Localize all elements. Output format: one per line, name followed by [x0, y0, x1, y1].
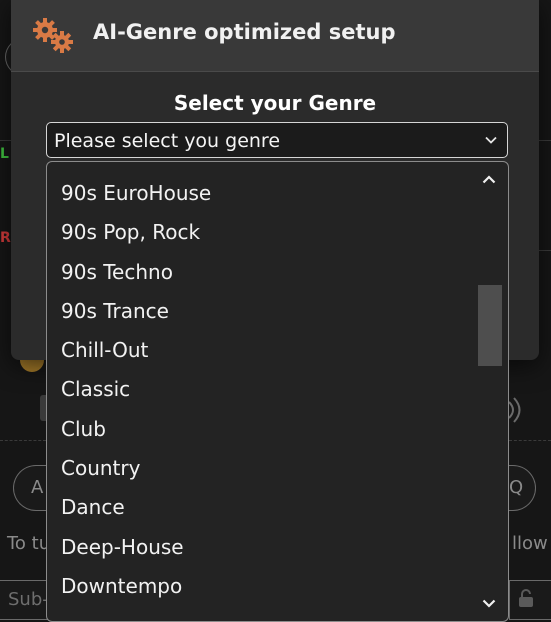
background-left-letter-l: L [0, 146, 9, 162]
dialog-header: AI-Genre optimized setup [11, 0, 539, 72]
background-sub-input-text: Sub- [8, 589, 49, 610]
lock-icon [519, 589, 533, 607]
background-divider-2 [539, 250, 551, 251]
dropdown-scrollbar-thumb[interactable] [478, 285, 502, 366]
dropdown-option[interactable]: Country [61, 456, 140, 480]
background-left-letter-r: R [0, 230, 11, 246]
dropdown-option[interactable]: Chill-Out [61, 338, 148, 362]
background-dotted-line-right [509, 440, 551, 441]
background-avatar-edge [20, 358, 44, 372]
app-root: L R A Q To tu llow Sub- AI-Genre optimiz… [0, 0, 551, 622]
genre-select-value: Please select you genre [54, 130, 281, 152]
chevron-down-icon [485, 136, 497, 144]
dropdown-option[interactable]: 90s EuroHouse [61, 181, 211, 205]
background-left-letter-a: A [31, 477, 44, 498]
dropdown-option[interactable]: Dance [61, 495, 125, 519]
background-bottom-right-text: llow [512, 533, 548, 554]
dialog-title: AI-Genre optimized setup [93, 20, 396, 44]
genre-select[interactable]: Please select you genre [46, 122, 508, 158]
dropdown-option[interactable]: Deep-House [61, 535, 184, 559]
background-bottom-left-text: To tu [7, 533, 51, 554]
background-right-letter-q: Q [509, 477, 524, 498]
background-divider-right [539, 140, 551, 141]
dropdown-option[interactable]: 90s Techno [61, 260, 173, 284]
dropdown-option[interactable]: 90s Trance [61, 299, 169, 323]
gears-icon [33, 18, 73, 53]
scroll-up-arrow-icon[interactable] [482, 175, 496, 184]
scroll-down-arrow-icon[interactable] [482, 599, 496, 608]
background-dotted-line [0, 440, 46, 441]
dropdown-option[interactable]: Club [61, 417, 106, 441]
genre-dropdown-list[interactable]: 90s EuroHouse 90s Pop, Rock 90s Techno 9… [46, 161, 509, 622]
genre-select-label: Select your Genre [173, 91, 377, 115]
dropdown-option[interactable]: 90s Pop, Rock [61, 220, 200, 244]
dropdown-option[interactable]: Classic [61, 377, 130, 401]
dropdown-option[interactable]: Downtempo [61, 574, 182, 598]
